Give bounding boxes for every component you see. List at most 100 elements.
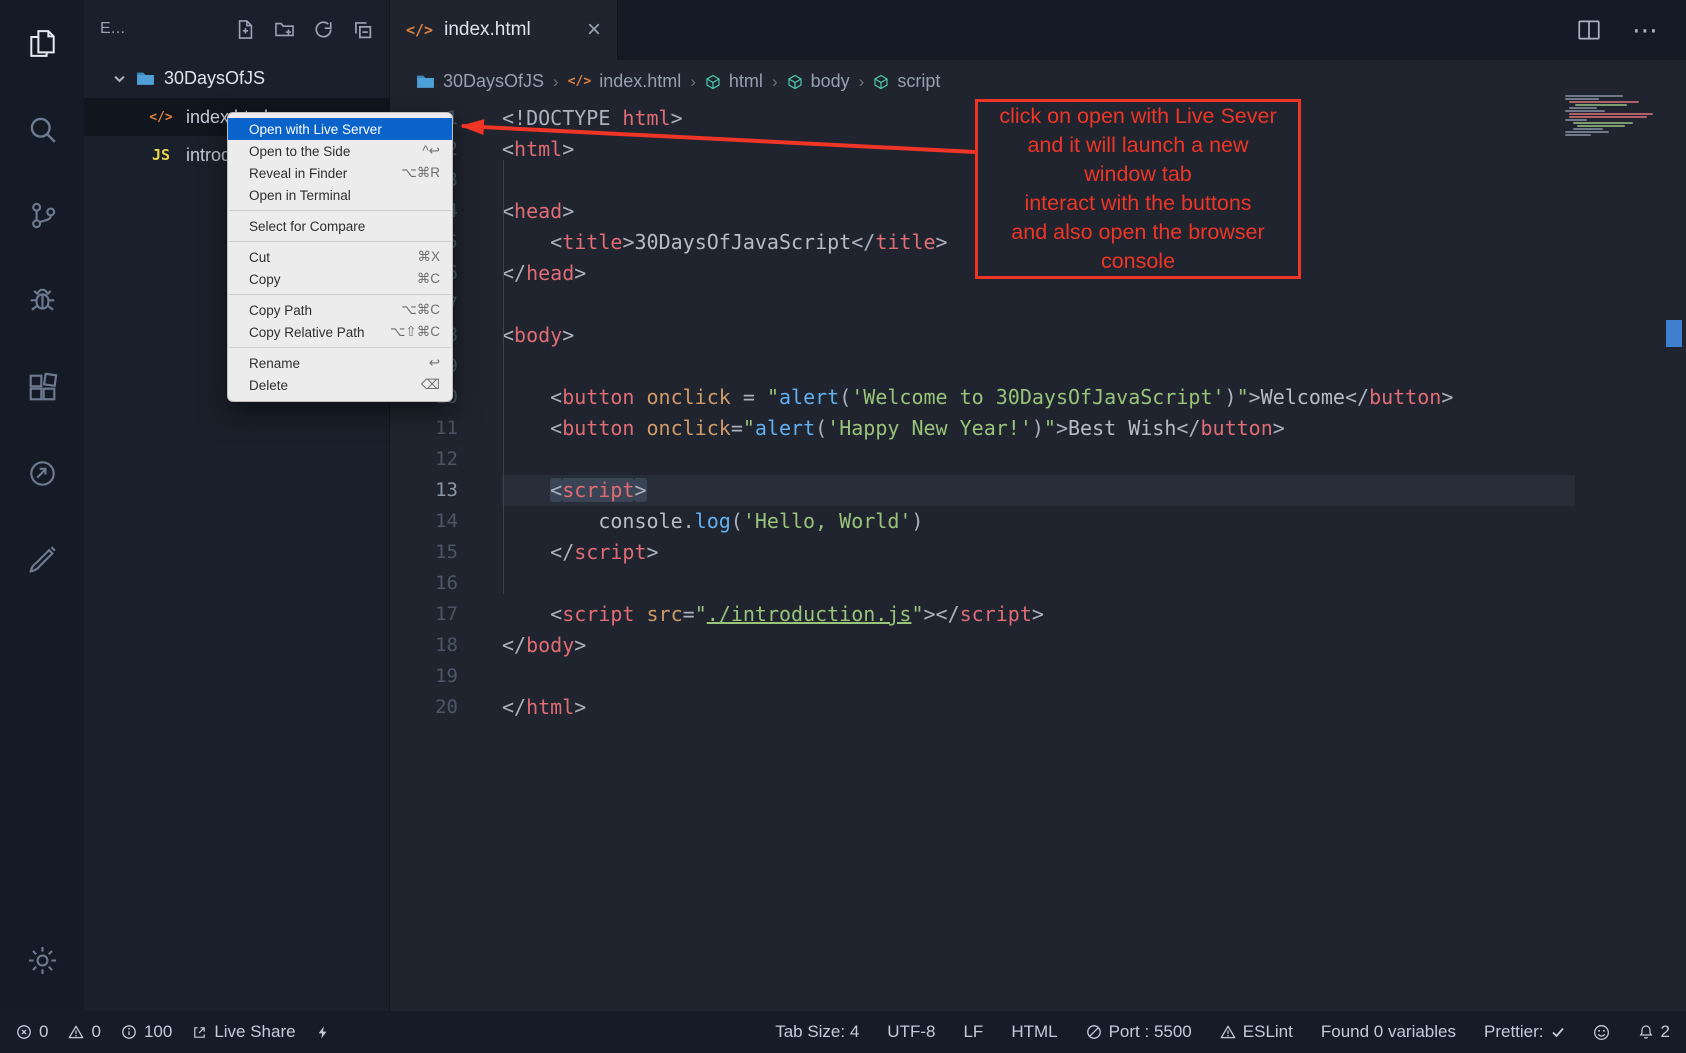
code-line-19: 19 <box>390 661 1686 692</box>
menu-item-open-in-terminal[interactable]: Open in Terminal <box>228 184 452 206</box>
bell-icon <box>1638 1024 1654 1040</box>
line-number[interactable]: 15 <box>390 537 458 568</box>
tab-index-html[interactable]: </> index.html × <box>390 0 618 60</box>
line-number[interactable]: 11 <box>390 413 458 444</box>
code-line-7: 7 <box>390 289 1686 320</box>
warning-icon <box>68 1024 84 1040</box>
extensions-icon[interactable] <box>0 344 84 430</box>
breadcrumb-item-body[interactable]: body <box>787 71 850 92</box>
status-tab-size[interactable]: Tab Size: 4 <box>775 1022 859 1042</box>
line-number[interactable]: 12 <box>390 444 458 475</box>
code-icon: </> <box>568 74 591 89</box>
menu-item-shortcut: ⌥⇧⌘C <box>390 324 440 340</box>
status-live-server-port[interactable]: Port : 5500 <box>1086 1022 1192 1042</box>
menu-item-shortcut: ↩ <box>429 355 440 371</box>
menu-item-copy-relative-path[interactable]: Copy Relative Path ⌥⇧⌘C <box>228 321 452 343</box>
status-errors[interactable]: 0 <box>16 1022 48 1042</box>
close-icon[interactable]: × <box>587 18 601 42</box>
status-eslint-label: ESLint <box>1243 1022 1293 1042</box>
minimap[interactable] <box>1565 95 1670 137</box>
line-number[interactable]: 16 <box>390 568 458 599</box>
source-control-icon[interactable] <box>0 172 84 258</box>
line-number[interactable]: 14 <box>390 506 458 537</box>
status-live-share[interactable]: Live Share <box>192 1022 295 1042</box>
search-icon[interactable] <box>0 86 84 172</box>
collapse-all-icon[interactable] <box>352 19 373 40</box>
menu-item-reveal-in-finder[interactable]: Reveal in Finder⌥⌘R <box>228 162 452 184</box>
breadcrumb-items: 30DaysOfJS›</>index.html›html›body›scrip… <box>416 71 940 92</box>
breadcrumb-separator: › <box>553 72 559 92</box>
menu-item-label: Open in Terminal <box>249 188 351 203</box>
new-folder-icon[interactable] <box>274 19 295 40</box>
pen-edit-icon[interactable] <box>0 516 84 602</box>
cube-icon <box>787 74 803 90</box>
code-line-14: 14 console.log('Hello, World') <box>390 506 1686 537</box>
line-text <box>458 444 502 475</box>
status-quick-action[interactable] <box>316 1025 330 1040</box>
line-text <box>458 568 502 599</box>
line-number[interactable]: 13 <box>390 475 458 506</box>
menu-item-label: Copy Relative Path <box>249 325 365 340</box>
menu-separator <box>229 241 451 242</box>
breadcrumb-label: html <box>729 71 763 92</box>
annotation-text: click on open with Live Severand it will… <box>999 102 1276 276</box>
menu-item-copy-path[interactable]: Copy Path⌥⌘C <box>228 299 452 321</box>
editor-actions: ⋯ <box>1576 0 1686 60</box>
line-text: </script> <box>458 537 659 568</box>
status-feedback-smiley[interactable] <box>1593 1024 1610 1041</box>
status-eol[interactable]: LF <box>963 1022 983 1042</box>
folder-root-30daysofjs[interactable]: 30DaysOfJS <box>84 58 389 98</box>
line-text: <script src="./introduction.js"></script… <box>458 599 1044 630</box>
status-eslint[interactable]: ESLint <box>1220 1022 1293 1042</box>
settings-gear-icon[interactable] <box>0 925 84 995</box>
status-info-count[interactable]: 100 <box>121 1022 172 1042</box>
live-share-icon[interactable] <box>0 430 84 516</box>
line-text: <button onclick = "alert('Welcome to 30D… <box>458 382 1453 413</box>
run-debug-icon[interactable] <box>0 258 84 344</box>
breadcrumb-item-30daysofjs[interactable]: 30DaysOfJS <box>416 71 544 92</box>
status-found-variables[interactable]: Found 0 variables <box>1321 1022 1456 1042</box>
code-line-10: 10 <button onclick = "alert('Welcome to … <box>390 382 1686 413</box>
menu-item-shortcut: ^↩ <box>422 143 440 159</box>
menu-item-label: Reveal in Finder <box>249 166 347 181</box>
code-line-13: 13 <script> <box>390 475 1686 506</box>
new-file-icon[interactable] <box>235 19 256 40</box>
warning-icon <box>1220 1024 1236 1040</box>
line-number[interactable]: 19 <box>390 661 458 692</box>
status-errors-label: 0 <box>39 1022 48 1042</box>
line-text: console.log('Hello, World') <box>458 506 923 537</box>
line-text: <body> <box>458 320 574 351</box>
menu-item-open-to-the-side[interactable]: Open to the Side^↩ <box>228 140 452 162</box>
status-bar: 00 100 Live Share Tab Size: 4 UTF-8 LF HTML Po… <box>0 1011 1686 1053</box>
line-text <box>458 351 502 382</box>
menu-item-rename[interactable]: Rename↩ <box>228 352 452 374</box>
line-number[interactable]: 17 <box>390 599 458 630</box>
code-line-20: 20</html> <box>390 692 1686 723</box>
menu-item-copy[interactable]: Copy⌘C <box>228 268 452 290</box>
breadcrumb-item-script[interactable]: script <box>873 71 940 92</box>
line-number[interactable]: 18 <box>390 630 458 661</box>
split-editor-icon[interactable] <box>1576 17 1602 43</box>
code-line-12: 12 <box>390 444 1686 475</box>
status-warnings[interactable]: 0 <box>68 1022 100 1042</box>
menu-item-label: Copy Path <box>249 303 312 318</box>
status-language-mode[interactable]: HTML <box>1011 1022 1057 1042</box>
menu-item-open-with-live-server[interactable]: Open with Live Server <box>228 118 452 140</box>
status-encoding-label: UTF-8 <box>887 1022 935 1042</box>
status-notifications-bell[interactable]: 2 <box>1638 1022 1670 1042</box>
breadcrumb-item-html[interactable]: html <box>705 71 763 92</box>
html-file-icon: </> <box>406 21 433 39</box>
breadcrumb-label: script <box>897 71 940 92</box>
menu-item-select-for-compare[interactable]: Select for Compare <box>228 215 452 237</box>
explorer-icon[interactable] <box>0 0 84 86</box>
menu-item-delete[interactable]: Delete⌫ <box>228 374 452 396</box>
menu-item-cut[interactable]: Cut⌘X <box>228 246 452 268</box>
menu-item-shortcut: ⌫ <box>421 377 440 393</box>
breadcrumb-item-index-html[interactable]: </> index.html <box>568 71 682 92</box>
status-encoding[interactable]: UTF-8 <box>887 1022 935 1042</box>
overview-ruler-marker <box>1666 320 1682 347</box>
refresh-icon[interactable] <box>313 19 334 40</box>
breadcrumb-label: index.html <box>599 71 681 92</box>
line-number[interactable]: 20 <box>390 692 458 723</box>
status-prettier[interactable]: Prettier: <box>1484 1022 1565 1042</box>
